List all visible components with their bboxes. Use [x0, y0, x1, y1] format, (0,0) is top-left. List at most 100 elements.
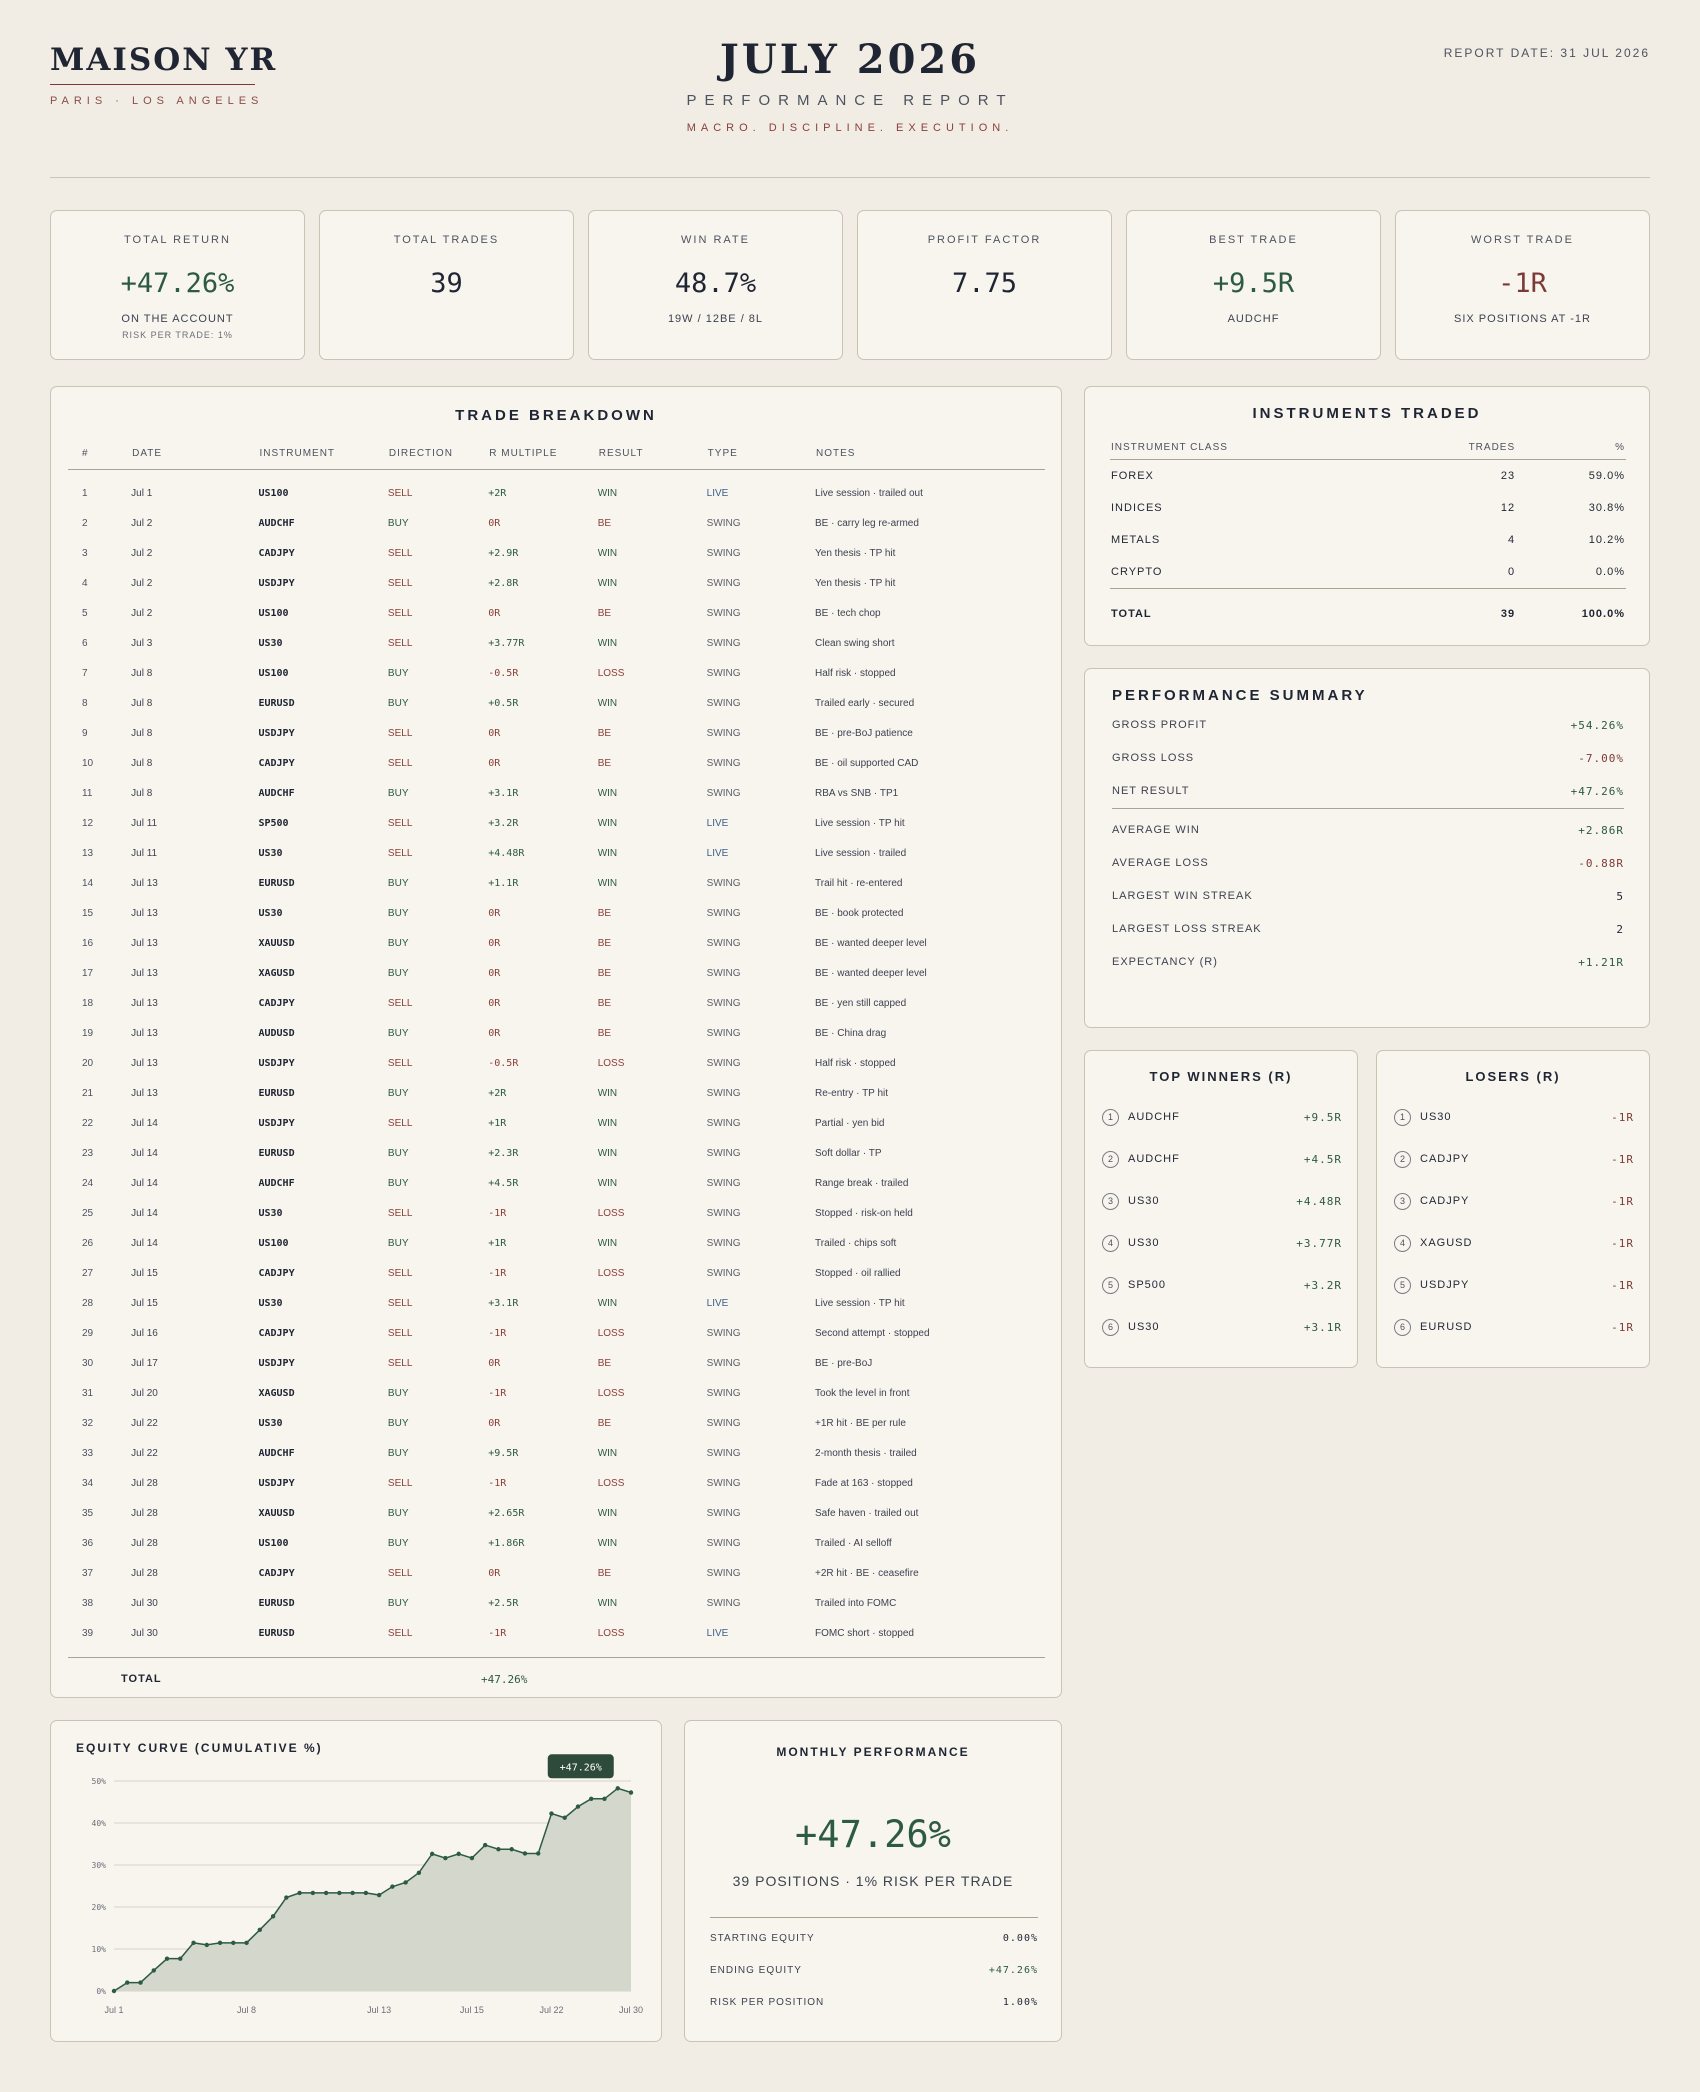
trade-r-multiple: -0.5R — [488, 667, 519, 679]
trade-result: WIN — [597, 547, 618, 559]
trade-direction: SELL — [387, 1057, 413, 1069]
trade-r-multiple: 0R — [488, 937, 501, 949]
trade-date: Jul 11 — [131, 817, 158, 829]
equity-point — [244, 1940, 249, 1946]
equity-point — [350, 1890, 355, 1896]
trade-r-multiple: +2.3R — [488, 1147, 519, 1159]
summary-value: +1.21R — [1578, 956, 1624, 969]
trade-notes: BE · oil supported CAD — [815, 757, 919, 769]
equity-point — [562, 1815, 567, 1820]
trade-direction: BUY — [387, 1507, 409, 1519]
r-value: +3.77R — [1296, 1237, 1342, 1250]
monthly-subtitle: 39 POSITIONS · 1% RISK PER TRADE — [732, 1873, 1014, 1889]
trade-r-multiple: +3.1R — [488, 1297, 519, 1309]
trade-type: SWING — [706, 877, 741, 889]
trade-date: Jul 2 — [131, 607, 153, 619]
equity-point — [509, 1847, 514, 1852]
trade-date: Jul 14 — [131, 1177, 158, 1189]
table-row: 2 Jul 2 AUDCHF BUY 0R BE SWING BE · carry leg r… — [68, 508, 1045, 538]
trade-date: Jul 14 — [131, 1207, 158, 1219]
equity-point — [589, 1796, 594, 1802]
table-row: 3 Jul 2 CADJPY SELL +2.9R WIN SWING Yen thesis … — [68, 538, 1045, 568]
r-value: -1R — [1611, 1111, 1634, 1124]
kpi-caption: ON THE ACCOUNT — [121, 313, 234, 325]
rank-badge: 6 — [1102, 1319, 1119, 1336]
trade-notes: Yen thesis · TP hit — [815, 547, 896, 559]
trade-result: WIN — [597, 697, 618, 709]
table-row: 6 Jul 3 US30 SELL +3.77R WIN SWING Clean swing … — [68, 628, 1045, 658]
trade-notes: Second attempt · stopped — [815, 1327, 930, 1339]
trade-notes: BE · pre-BoJ — [815, 1357, 873, 1369]
report-subtitle: PERFORMANCE REPORT — [686, 92, 1014, 109]
summary-value: +2.86R — [1578, 824, 1624, 837]
trade-result: WIN — [597, 1537, 618, 1549]
kpi-value: +47.26% — [120, 268, 235, 299]
trade-r-multiple: 0R — [488, 517, 501, 529]
trade-number: 36 — [82, 1537, 94, 1549]
trade-type: SWING — [706, 1567, 741, 1579]
trade-result: BE — [597, 517, 612, 529]
top-winners-card: TOP WINNERS (R) 1 AUDCHF +9.5R 2 AUDCHF +4.5R… — [1084, 1050, 1358, 1368]
r-value: +3.1R — [1303, 1321, 1342, 1334]
kpi-label: WORST TRADE — [1471, 234, 1574, 246]
trade-notes: Yen thesis · TP hit — [815, 577, 896, 589]
trade-col-header: DATE — [131, 437, 259, 470]
trade-direction: BUY — [387, 517, 409, 529]
kpi-card: TOTAL TRADES 39 — [319, 210, 574, 360]
trade-notes: BE · pre-BoJ patience — [815, 727, 913, 739]
trade-number: 5 — [82, 607, 88, 619]
trade-direction: SELL — [387, 1267, 413, 1279]
trade-r-multiple: +0.5R — [488, 697, 519, 709]
trade-number: 4 — [82, 577, 88, 589]
trade-direction: SELL — [387, 1567, 413, 1579]
trade-direction: BUY — [387, 1177, 409, 1189]
trade-type: SWING — [706, 697, 741, 709]
trade-result: LOSS — [597, 1387, 625, 1399]
trade-r-multiple: -1R — [488, 1267, 507, 1279]
trade-date: Jul 28 — [131, 1567, 158, 1579]
instrument-name: EURUSD — [1420, 1321, 1473, 1333]
brand-underline — [50, 84, 255, 85]
list-item: 5 SP500 +3.2R — [1102, 1277, 1342, 1297]
list-item: 6 US30 +3.1R — [1102, 1319, 1342, 1339]
instrument-trades: 12 — [1500, 502, 1516, 514]
trade-notes: Partial · yen bid — [815, 1117, 885, 1129]
trade-type: SWING — [706, 1087, 741, 1099]
trade-number: 24 — [82, 1177, 94, 1189]
trade-notes: Trailed · AI selloff — [815, 1537, 892, 1549]
trade-date: Jul 15 — [131, 1267, 158, 1279]
trade-number: 30 — [82, 1357, 94, 1369]
instrument-name: US30 — [1420, 1111, 1452, 1123]
summary-label: LARGEST LOSS STREAK — [1112, 923, 1262, 935]
trade-notes: Took the level in front — [815, 1387, 910, 1399]
equity-point — [549, 1811, 554, 1816]
trade-date: Jul 11 — [131, 847, 158, 859]
trade-number: 19 — [82, 1027, 94, 1039]
trade-number: 35 — [82, 1507, 94, 1519]
trade-type: SWING — [706, 1537, 741, 1549]
summary-label: EXPECTANCY (R) — [1112, 956, 1218, 968]
trade-notes: Live session · trailed out — [815, 487, 923, 499]
trade-date: Jul 13 — [131, 937, 158, 949]
instrument-trades: 4 — [1508, 534, 1516, 546]
summary-label: AVERAGE WIN — [1112, 824, 1200, 836]
summary-label: NET RESULT — [1112, 785, 1190, 797]
trade-direction: BUY — [387, 697, 409, 709]
trade-date: Jul 8 — [131, 727, 153, 739]
table-row: 29 Jul 16 CADJPY SELL -1R LOSS SWING Second att… — [68, 1318, 1045, 1348]
trade-instrument: USDJPY — [258, 1357, 295, 1369]
trade-col-header: NOTES — [815, 437, 1045, 470]
total-trades: 39 — [1398, 588, 1517, 632]
trade-r-multiple: +3.1R — [488, 787, 519, 799]
trade-notes: BE · book protected — [815, 907, 904, 919]
trade-result: WIN — [597, 487, 618, 499]
trade-instrument: EURUSD — [258, 1627, 295, 1639]
trade-r-multiple: -1R — [488, 1477, 507, 1489]
trade-result: WIN — [597, 1087, 618, 1099]
trade-notes: Trailed · chips soft — [815, 1237, 897, 1249]
y-tick-label: 40% — [92, 1819, 107, 1828]
trade-direction: BUY — [387, 1027, 409, 1039]
kpi-subcaption: RISK PER TRADE: 1% — [122, 330, 233, 340]
trade-result: BE — [597, 1567, 612, 1579]
trade-type: SWING — [706, 1147, 741, 1159]
